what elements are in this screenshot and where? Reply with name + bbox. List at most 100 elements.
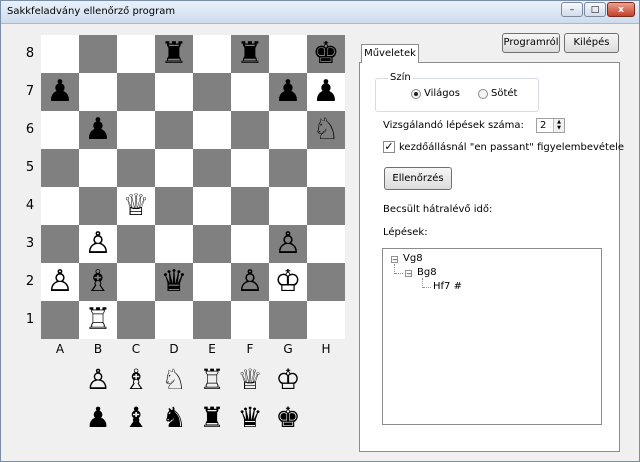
dark-radio-label[interactable]: Sötét: [491, 88, 517, 99]
white-palette-piece[interactable]: ♕: [231, 362, 269, 398]
moves-count-value[interactable]: 2: [540, 120, 546, 131]
square-e6[interactable]: [193, 111, 231, 149]
collapse-icon[interactable]: −: [391, 256, 398, 264]
square-a5[interactable]: [41, 149, 79, 187]
minimize-button[interactable]: –: [561, 2, 583, 17]
square-f3[interactable]: [231, 225, 269, 263]
tree-node-leaf[interactable]: Hf7 #: [433, 281, 462, 292]
square-e5[interactable]: [193, 149, 231, 187]
square-h4[interactable]: [307, 187, 345, 225]
square-c6[interactable]: [117, 111, 155, 149]
black-palette-piece[interactable]: ♚: [269, 400, 307, 436]
square-d4[interactable]: [155, 187, 193, 225]
square-g7[interactable]: ♟: [269, 73, 307, 111]
square-c5[interactable]: [117, 149, 155, 187]
square-a1[interactable]: [41, 301, 79, 339]
chessboard[interactable]: ♜ ♜ ♚ ♟ ♟ ♟ ♟ ♘ ♕ ♙ ♙ ♙ ♗ ♛ ♙ ♔ ♖: [41, 35, 345, 339]
square-g8[interactable]: [269, 35, 307, 73]
square-f6[interactable]: [231, 111, 269, 149]
square-e2[interactable]: [193, 263, 231, 301]
tree-node-root[interactable]: Vg8: [403, 253, 423, 264]
square-c1[interactable]: [117, 301, 155, 339]
square-a8[interactable]: [41, 35, 79, 73]
tab-operations[interactable]: Műveletek: [361, 44, 419, 63]
square-h2[interactable]: [307, 263, 345, 301]
square-f1[interactable]: [231, 301, 269, 339]
square-f4[interactable]: [231, 187, 269, 225]
square-g2[interactable]: ♔: [269, 263, 307, 301]
white-palette-piece[interactable]: ♘: [155, 362, 193, 398]
exit-button[interactable]: Kilépés: [564, 33, 619, 53]
dark-radio[interactable]: [478, 89, 488, 99]
square-f7[interactable]: [231, 73, 269, 111]
square-d7[interactable]: [155, 73, 193, 111]
white-palette-piece[interactable]: ♙: [79, 362, 117, 398]
title-bar[interactable]: Sakkfeladvány ellenőrző program – □ x: [1, 1, 639, 24]
square-c7[interactable]: [117, 73, 155, 111]
square-e8[interactable]: [193, 35, 231, 73]
square-f2[interactable]: ♙: [231, 263, 269, 301]
collapse-icon[interactable]: −: [405, 270, 412, 278]
square-a4[interactable]: [41, 187, 79, 225]
square-c8[interactable]: [117, 35, 155, 73]
square-g6[interactable]: [269, 111, 307, 149]
en-passant-label[interactable]: kezdőállásnál "en passant" figyelembevét…: [399, 142, 624, 153]
light-radio-label[interactable]: Világos: [424, 88, 460, 99]
square-c3[interactable]: [117, 225, 155, 263]
square-d5[interactable]: [155, 149, 193, 187]
square-d8[interactable]: ♜: [155, 35, 193, 73]
square-a3[interactable]: [41, 225, 79, 263]
light-radio[interactable]: [411, 89, 421, 99]
stepper-arrows-icon[interactable]: ▲ ▼: [553, 119, 564, 132]
close-button[interactable]: x: [607, 2, 635, 17]
square-g1[interactable]: [269, 301, 307, 339]
square-e4[interactable]: [193, 187, 231, 225]
white-palette-piece[interactable]: ♗: [117, 362, 155, 398]
black-palette-piece[interactable]: ♞: [155, 400, 193, 436]
black-palette-piece[interactable]: ♟: [79, 400, 117, 436]
black-palette-piece[interactable]: ♝: [117, 400, 155, 436]
square-h1[interactable]: [307, 301, 345, 339]
square-g4[interactable]: [269, 187, 307, 225]
square-d3[interactable]: [155, 225, 193, 263]
moves-count-stepper[interactable]: 2 ▲ ▼: [536, 118, 565, 133]
square-h6[interactable]: ♘: [307, 111, 345, 149]
square-h8[interactable]: ♚: [307, 35, 345, 73]
moves-tree[interactable]: − Vg8 − Bg8 Hf7 #: [382, 248, 602, 425]
square-b1[interactable]: ♖: [79, 301, 117, 339]
square-b3[interactable]: ♙: [79, 225, 117, 263]
square-a7[interactable]: ♟: [41, 73, 79, 111]
square-b6[interactable]: ♟: [79, 111, 117, 149]
square-b7[interactable]: [79, 73, 117, 111]
white-palette-piece[interactable]: ♔: [269, 362, 307, 398]
square-a2[interactable]: ♙: [41, 263, 79, 301]
square-c2[interactable]: [117, 263, 155, 301]
square-a6[interactable]: [41, 111, 79, 149]
tree-node-child[interactable]: Bg8: [417, 267, 437, 278]
black-palette-piece[interactable]: ♜: [193, 400, 231, 436]
square-e3[interactable]: [193, 225, 231, 263]
square-b8[interactable]: [79, 35, 117, 73]
square-b4[interactable]: [79, 187, 117, 225]
about-button[interactable]: Programról: [502, 33, 560, 53]
white-palette-piece[interactable]: ♖: [193, 362, 231, 398]
square-d6[interactable]: [155, 111, 193, 149]
square-d1[interactable]: [155, 301, 193, 339]
check-button[interactable]: Ellenőrzés: [384, 167, 452, 190]
square-h3[interactable]: [307, 225, 345, 263]
square-e7[interactable]: [193, 73, 231, 111]
square-c4[interactable]: ♕: [117, 187, 155, 225]
square-f8[interactable]: ♜: [231, 35, 269, 73]
square-b5[interactable]: [79, 149, 117, 187]
square-f5[interactable]: [231, 149, 269, 187]
square-b2[interactable]: ♗: [79, 263, 117, 301]
square-h7[interactable]: ♟: [307, 73, 345, 111]
square-h5[interactable]: [307, 149, 345, 187]
square-d2[interactable]: ♛: [155, 263, 193, 301]
en-passant-checkbox[interactable]: ✓: [383, 141, 395, 153]
square-g3[interactable]: ♙: [269, 225, 307, 263]
maximize-button[interactable]: □: [584, 2, 606, 17]
square-e1[interactable]: [193, 301, 231, 339]
black-palette-piece[interactable]: ♛: [231, 400, 269, 436]
square-g5[interactable]: [269, 149, 307, 187]
